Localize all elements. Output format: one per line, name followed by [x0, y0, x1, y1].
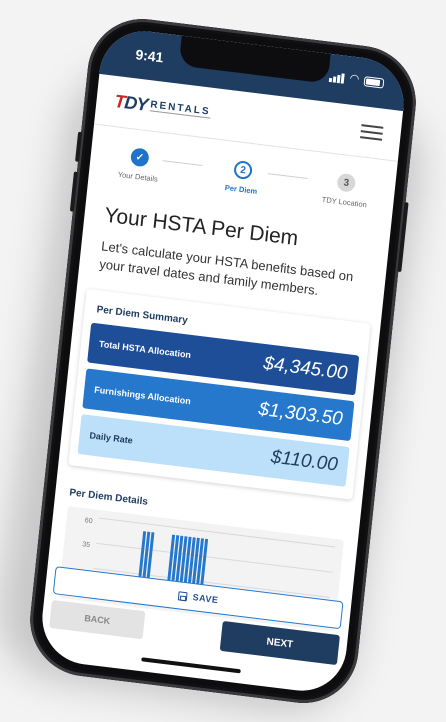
allocation-value: $4,345.00: [262, 352, 349, 384]
step-number: 3: [336, 172, 357, 193]
save-label: SAVE: [192, 591, 219, 605]
step-number: 2: [233, 159, 253, 180]
wifi-icon: ◠: [348, 71, 360, 86]
chart-gridline: [96, 542, 333, 573]
allocation-label: Total HSTA Allocation: [98, 338, 192, 360]
hamburger-menu-icon[interactable]: [360, 123, 384, 141]
per-diem-summary-card: Per Diem Summary Total HSTA Allocation $…: [68, 288, 371, 500]
home-indicator: [141, 656, 241, 673]
chart-tick-label: 60: [84, 517, 93, 525]
chart-tick-label: 35: [82, 541, 91, 549]
allocation-value: $1,303.50: [257, 398, 344, 430]
brand-logo[interactable]: TDY RENTALS: [113, 89, 212, 123]
battery-icon: [363, 75, 385, 88]
step-checkmark-icon: ✓: [129, 146, 150, 167]
logo-mark: TDY: [113, 89, 149, 114]
save-icon: [177, 590, 188, 601]
allocation-label: Furnishings Allocation: [93, 384, 192, 406]
signal-icon: [329, 70, 346, 84]
status-time: 9:41: [134, 45, 165, 65]
allocation-value: $110.00: [269, 446, 339, 476]
logo-text: RENTALS: [149, 98, 212, 119]
phone-device: 9:41 ◠ TDY RENTALS ✓ Your Details 2 Per …: [24, 12, 422, 709]
status-icons: ◠: [329, 70, 385, 88]
allocation-label: Daily Rate: [88, 429, 134, 446]
